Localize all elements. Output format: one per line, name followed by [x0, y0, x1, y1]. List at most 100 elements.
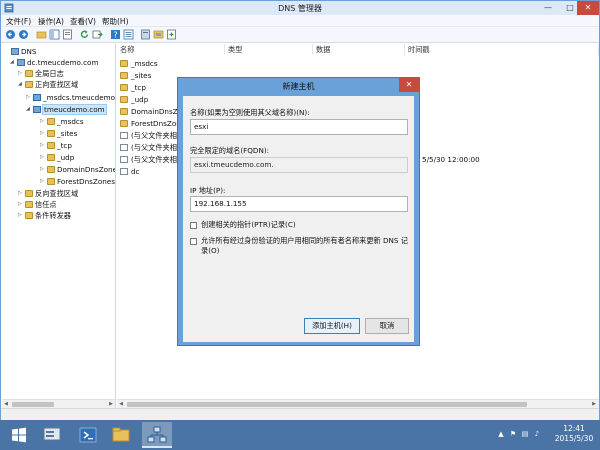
- column-header-type[interactable]: 类型: [225, 44, 313, 55]
- help-icon[interactable]: ?: [110, 29, 121, 40]
- tree-node-trust-points[interactable]: ▷ 信任点: [18, 199, 57, 210]
- expand-arrow-icon[interactable]: ▷: [40, 176, 47, 187]
- collapse-arrow-icon[interactable]: ◢: [10, 57, 17, 68]
- taskbar-powershell[interactable]: [73, 422, 103, 448]
- list-horizontal-scrollbar[interactable]: ◀ ▶: [117, 399, 599, 408]
- expand-arrow-icon[interactable]: ▷: [40, 140, 47, 151]
- collapse-arrow-icon[interactable]: ◢: [18, 79, 25, 90]
- taskbar-dns-manager[interactable]: [142, 422, 172, 448]
- collapse-arrow-icon[interactable]: ◢: [26, 104, 33, 115]
- auth-update-label-line1[interactable]: 允许所有经过身份验证的用户用相同的所有者名称来更新 DNS 记: [201, 236, 408, 246]
- menu-file[interactable]: 文件(F): [6, 16, 31, 27]
- dns-root-icon: [11, 48, 19, 55]
- scroll-left-icon[interactable]: ◀: [2, 400, 10, 408]
- ptr-checkbox[interactable]: [190, 222, 197, 229]
- list-item[interactable]: _sites: [117, 70, 151, 81]
- fqdn-field: esxi.tmeucdemo.com.: [190, 157, 408, 173]
- tree-node-msdcs[interactable]: ▷ _msdcs: [40, 116, 84, 127]
- record-icon: [120, 132, 128, 139]
- flag-icon[interactable]: ⚑: [509, 430, 517, 438]
- tree-node-global-logs[interactable]: ▷ 全局日志: [18, 68, 64, 79]
- up-icon[interactable]: [36, 29, 47, 40]
- menu-action[interactable]: 操作(A): [38, 16, 64, 27]
- start-button[interactable]: [4, 422, 34, 448]
- file-explorer-icon: [112, 427, 130, 442]
- zone-icon: [33, 106, 41, 113]
- scroll-thumb[interactable]: [127, 402, 527, 407]
- expand-arrow-icon[interactable]: ▷: [18, 210, 25, 221]
- tree-node-reverse-zones[interactable]: ▷ 反向查找区域: [18, 188, 78, 199]
- scroll-right-icon[interactable]: ▶: [107, 400, 115, 408]
- ip-address-input[interactable]: 192.168.1.155: [190, 196, 408, 212]
- column-header-data[interactable]: 数据: [313, 44, 405, 55]
- record-icon: [120, 156, 128, 163]
- expand-arrow-icon[interactable]: ▷: [26, 92, 33, 103]
- add-host-button[interactable]: 添加主机(H): [304, 318, 360, 334]
- show-tree-icon[interactable]: [49, 29, 60, 40]
- tree-node-conditional-forwarders[interactable]: ▷ 条件转发器: [18, 210, 71, 221]
- list-item[interactable]: ForestDnsZone: [117, 118, 185, 129]
- expand-arrow-icon[interactable]: ▷: [18, 68, 25, 79]
- properties-icon[interactable]: [62, 29, 73, 40]
- host-name-input[interactable]: esxi: [190, 119, 408, 135]
- details-icon[interactable]: [123, 29, 134, 40]
- close-button[interactable]: ✕: [577, 1, 599, 15]
- folder-icon: [25, 212, 33, 219]
- expand-arrow-icon[interactable]: ▷: [40, 116, 47, 127]
- menu-help[interactable]: 帮助(H): [102, 16, 129, 27]
- tree-node-domaindnszones[interactable]: ▷ DomainDnsZones: [40, 164, 115, 175]
- auth-update-label-line2[interactable]: 录(O): [201, 246, 219, 256]
- column-header-name[interactable]: 名称: [117, 44, 225, 55]
- back-icon[interactable]: [5, 29, 16, 40]
- tree-node-tcp[interactable]: ▷ _tcp: [40, 140, 72, 151]
- tree-horizontal-scrollbar[interactable]: ◀ ▶: [2, 399, 115, 408]
- tree-node-server[interactable]: ◢ dc.tmeucdemo.com: [10, 57, 98, 68]
- speaker-icon[interactable]: ♪: [533, 430, 541, 438]
- tree-node-udp[interactable]: ▷ _udp: [40, 152, 74, 163]
- taskbar-file-explorer[interactable]: [106, 422, 136, 448]
- list-item[interactable]: dc: [117, 166, 140, 177]
- list-item[interactable]: _tcp: [117, 82, 146, 93]
- tree-node-sites[interactable]: ▷ _sites: [40, 128, 77, 139]
- tree-node-forestdnszones[interactable]: ▷ ForestDnsZones: [40, 176, 115, 187]
- export-icon[interactable]: [92, 29, 103, 40]
- list-item[interactable]: _msdcs: [117, 58, 158, 69]
- scroll-right-icon[interactable]: ▶: [590, 400, 598, 408]
- title-bar[interactable]: DNS 管理器 — □ ✕: [1, 1, 599, 15]
- cancel-button[interactable]: 取消: [365, 318, 409, 334]
- server-icon[interactable]: [140, 29, 151, 40]
- taskbar-server-manager[interactable]: [37, 422, 67, 448]
- network-icon[interactable]: ▤: [521, 430, 529, 438]
- scroll-left-icon[interactable]: ◀: [117, 400, 125, 408]
- server-icon: [17, 59, 25, 66]
- column-header-timestamp[interactable]: 时间戳: [405, 44, 599, 55]
- new-record-icon[interactable]: [166, 29, 177, 40]
- menu-view[interactable]: 查看(V): [70, 16, 96, 27]
- tree-node-msdcs-zone[interactable]: ▷ _msdcs.tmeucdemo.com: [26, 92, 115, 103]
- folder-icon: [25, 201, 33, 208]
- folder-icon: [25, 190, 33, 197]
- chevron-up-icon[interactable]: ▲: [497, 430, 505, 438]
- minimize-button[interactable]: —: [537, 1, 559, 15]
- expand-arrow-icon[interactable]: ▷: [18, 188, 25, 199]
- expand-arrow-icon[interactable]: ▷: [40, 152, 47, 163]
- list-item[interactable]: _udp: [117, 94, 148, 105]
- refresh-icon[interactable]: [79, 29, 90, 40]
- scroll-thumb[interactable]: [12, 402, 54, 407]
- zone-icon[interactable]: [153, 29, 164, 40]
- expand-arrow-icon[interactable]: ▷: [40, 164, 47, 175]
- taskbar-clock[interactable]: 12:41 2015/5/30: [548, 424, 600, 444]
- tree-node-main-zone[interactable]: ◢ tmeucdemo.com: [26, 104, 107, 115]
- svg-text:?: ?: [113, 31, 117, 40]
- powershell-icon: [79, 427, 97, 443]
- tree-node-dns[interactable]: DNS: [4, 46, 36, 57]
- expand-arrow-icon[interactable]: ▷: [40, 128, 47, 139]
- tree-label: 信任点: [35, 200, 57, 209]
- list-item[interactable]: DomainDnsZo: [117, 106, 182, 117]
- auth-update-checkbox[interactable]: [190, 238, 197, 245]
- dialog-close-button[interactable]: ✕: [399, 78, 419, 92]
- expand-arrow-icon[interactable]: ▷: [18, 199, 25, 210]
- forward-icon[interactable]: [18, 29, 29, 40]
- ptr-label[interactable]: 创建相关的指针(PTR)记录(C): [201, 220, 296, 230]
- tree-node-forward-zones[interactable]: ◢ 正向查找区域: [18, 79, 78, 90]
